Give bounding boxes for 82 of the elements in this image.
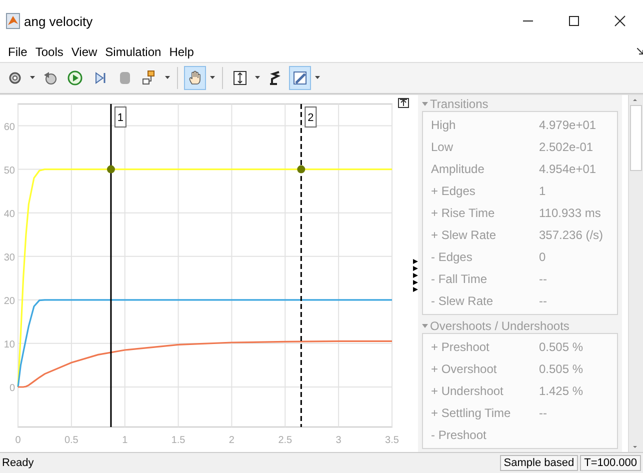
measurement-label: + Overshoot (431, 362, 498, 376)
measurement-label: High (431, 118, 457, 132)
measurement-label: + Preshoot (431, 340, 490, 354)
caret-icon[interactable] (314, 76, 321, 80)
measurement-label: - Fall Time (431, 272, 488, 286)
cursor-marker (106, 165, 115, 174)
expander-icon[interactable] (413, 259, 418, 293)
cursor-label: 1 (114, 106, 126, 128)
menu-item[interactable]: View (67, 45, 102, 59)
caret-icon[interactable] (29, 76, 36, 80)
tick-label: 20 (4, 296, 15, 307)
hand-icon (187, 70, 203, 86)
measurement-value: 110.933 ms (539, 206, 601, 220)
maximize-icon[interactable] (568, 15, 580, 27)
tick-label: 1 (122, 435, 128, 446)
caret-icon[interactable] (209, 76, 216, 80)
tick-label: 3.5 (385, 435, 399, 446)
step-back-icon (42, 70, 58, 86)
measurement-value: 0 (539, 250, 546, 264)
collapse-icon[interactable] (422, 323, 428, 329)
tick-label: 50 (4, 165, 15, 176)
measurement-value: -- (539, 406, 547, 420)
undock-icon[interactable] (398, 98, 409, 108)
measurement-value: 1.425 % (539, 384, 584, 398)
measurement-value: 2.502e-01 (539, 140, 594, 154)
cursor[interactable] (106, 104, 115, 427)
signal-icon (267, 70, 283, 86)
measurement-value: 4.979e+01 (539, 118, 596, 132)
status-field: T=100.000 (580, 455, 641, 471)
menu-item[interactable]: File (4, 45, 32, 59)
scrollbar-thumb[interactable] (630, 105, 642, 171)
cursor-label: 2 (304, 106, 317, 128)
measurement-value: 1 (539, 184, 546, 198)
tick-label: 2.5 (278, 435, 292, 446)
measurement-value: -- (539, 272, 547, 286)
measurement-label: Amplitude (431, 162, 486, 176)
measurement-label: - Slew Rate (431, 294, 494, 308)
tick-label: 0 (9, 382, 15, 394)
stop-icon (117, 70, 133, 86)
run-icon (67, 70, 83, 86)
section-title: Overshoots / Undershoots (430, 319, 570, 333)
measurement-value: 0.505 % (539, 340, 584, 354)
settings-icon (7, 70, 23, 86)
scrollbar[interactable] (628, 95, 643, 452)
app-logo-icon (6, 13, 20, 29)
measurement-label: - Preshoot (431, 428, 488, 442)
tick-label: 1.5 (171, 435, 186, 446)
measurement-label: - Edges (431, 250, 474, 264)
tick-label: 2 (228, 435, 234, 446)
tick-label: 3 (336, 435, 342, 446)
menu-item[interactable]: Tools (31, 45, 68, 59)
cursor-marker (297, 165, 306, 174)
measurement-value: 4.954e+01 (539, 162, 596, 176)
status-field: Sample based (500, 455, 578, 471)
section-title: Transitions (430, 97, 488, 111)
measurement-label: + Slew Rate (431, 228, 498, 242)
window-title: ang velocity (24, 14, 93, 28)
scale-icon (232, 70, 248, 86)
menu-item[interactable]: Simulation (101, 45, 166, 59)
measurement-value: 357.236 (/s) (539, 228, 604, 242)
ruler-icon (292, 70, 308, 86)
measurement-label: + Settling Time (431, 406, 512, 420)
measurement-value: 0.505 % (539, 362, 584, 376)
status-text: Ready (2, 457, 34, 469)
measurement-label: Low (431, 140, 454, 154)
collapse-icon[interactable] (422, 101, 428, 107)
close-icon[interactable] (614, 15, 626, 27)
caret-icon[interactable] (254, 76, 261, 80)
tick-label: 40 (4, 208, 15, 220)
measurement-label: + Rise Time (431, 206, 496, 220)
tick-label: 60 (4, 122, 15, 133)
arrow-icon[interactable] (637, 48, 643, 56)
measurement-label: + Undershoot (431, 384, 504, 398)
tick-label: 30 (4, 252, 15, 264)
cursor[interactable] (297, 104, 306, 427)
tick-label: 10 (4, 339, 15, 350)
tick-label: 0.5 (64, 435, 78, 446)
tick-label: 0 (15, 435, 21, 446)
caret-icon[interactable] (164, 76, 171, 80)
measurement-value: -- (539, 294, 547, 308)
menu-item[interactable]: Help (165, 45, 198, 59)
measurement-label: + Edges (431, 184, 476, 198)
